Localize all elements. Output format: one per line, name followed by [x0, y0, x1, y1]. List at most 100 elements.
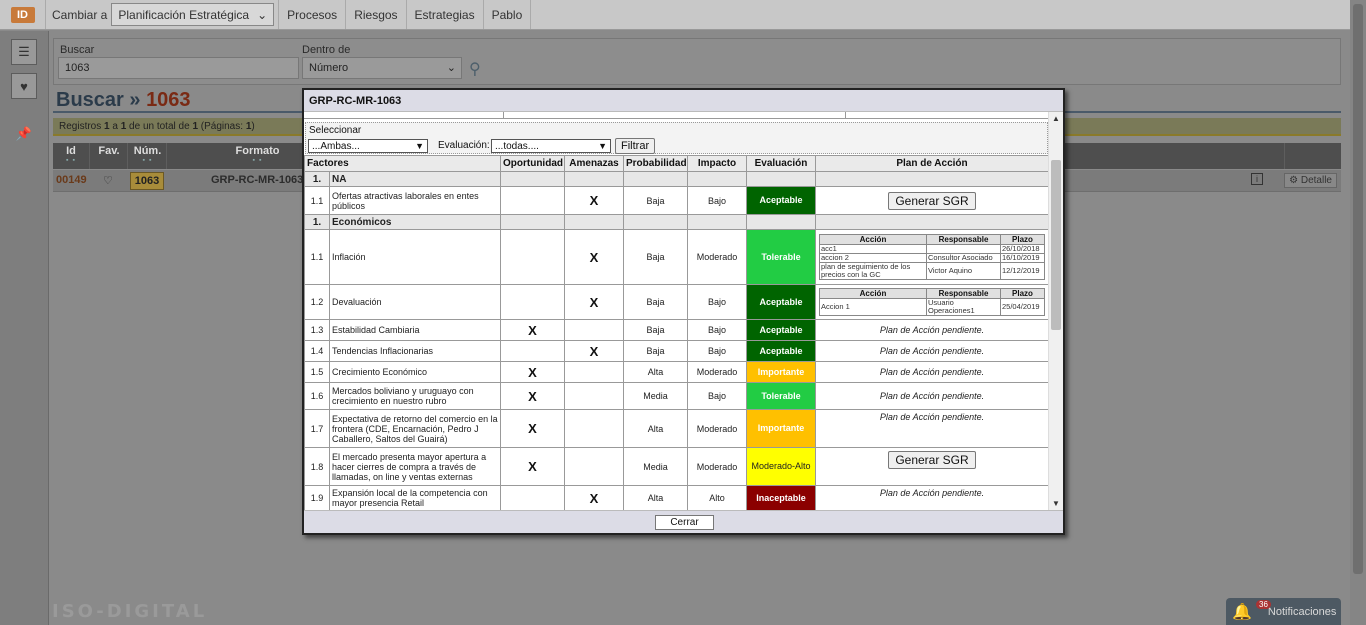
chevron-down-icon: ▼: [598, 141, 607, 151]
within-select[interactable]: Número ⌄: [302, 57, 462, 79]
within-label: Dentro de: [302, 44, 351, 56]
info-icon[interactable]: i: [1251, 173, 1263, 185]
users-icon[interactable]: ♥: [11, 73, 37, 99]
section-row: 1. NA: [304, 171, 1049, 187]
row-id: 00149: [56, 174, 87, 186]
plan-row: Accion 1 Usuario Operaciones1 25/04/2019: [819, 298, 1045, 316]
risk-row: 1.7 Expectativa de retorno del comercio …: [304, 409, 1049, 448]
records-text: (Páginas:: [198, 121, 246, 132]
risk-number: 1.4: [304, 340, 330, 362]
col-formato-label: Formato: [235, 145, 280, 157]
impact-cell: Alto: [687, 485, 747, 510]
risk-factor: Expectativa de retorno del comercio en l…: [329, 409, 501, 448]
col-fav[interactable]: Fav.: [91, 143, 128, 169]
plan-accion: plan de seguimiento de los precios con l…: [819, 262, 927, 280]
scroll-up-icon[interactable]: ▲: [1052, 114, 1060, 123]
risk-row: 1.4 Tendencias Inflacionarias X Baja Baj…: [304, 340, 1049, 362]
search-icon[interactable]: ⚲: [469, 59, 481, 79]
evaluation-cell: Aceptable: [746, 284, 816, 320]
probability-cell: Alta: [623, 409, 688, 448]
notifications-button[interactable]: 🔔 36 Notificaciones: [1226, 598, 1341, 625]
logo-icon: ID: [10, 6, 35, 23]
col-impacto: Impacto: [687, 155, 747, 172]
tab-user[interactable]: Pablo: [482, 0, 532, 29]
evaluation-cell: Moderado-Alto: [746, 447, 816, 486]
risk-number: 1.2: [304, 284, 330, 320]
close-button[interactable]: Cerrar: [655, 515, 714, 530]
dialog-scrollbar[interactable]: ▲ ▼: [1048, 112, 1063, 510]
risk-number: 1.6: [304, 382, 330, 410]
page-scrollbar-thumb[interactable]: [1353, 4, 1363, 574]
evaluation-badge: Moderado-Alto: [747, 448, 815, 485]
pin-icon[interactable]: 📌: [11, 121, 37, 147]
plan-cell: Generar SGR: [815, 447, 1049, 486]
threat-cell: [564, 447, 624, 486]
favorite-icon[interactable]: ♡: [103, 174, 113, 187]
col-actions: [1248, 143, 1285, 169]
opportunity-cell: [500, 229, 565, 285]
sort-icon[interactable]: ▪ ▪: [53, 157, 89, 164]
threat-cell: X: [564, 284, 624, 320]
detail-button[interactable]: ⚙ Detalle: [1284, 173, 1337, 188]
risk-row: 1.1 Ofertas atractivas laborales en ente…: [304, 186, 1049, 215]
evaluation-select[interactable]: ...todas.... ▼: [491, 139, 611, 153]
impact-cell: Moderado: [687, 361, 747, 383]
app-logo[interactable]: ID: [0, 0, 46, 29]
sort-icon[interactable]: ▪ ▪: [129, 157, 166, 164]
plan-responsable: Victor Aquino: [926, 262, 1001, 280]
row-number[interactable]: 1063: [130, 172, 164, 190]
plan-responsable: Usuario Operaciones1: [926, 298, 1001, 316]
section-name: NA: [329, 171, 501, 187]
records-text: Registros: [59, 121, 105, 132]
impact-cell: Moderado: [687, 229, 747, 285]
col-id[interactable]: Id ▪ ▪: [53, 143, 90, 169]
opportunity-cell: [500, 340, 565, 362]
list-view-icon[interactable]: ☰: [11, 39, 37, 65]
col-num-label: Núm.: [133, 145, 162, 157]
dialog-scrollbar-thumb[interactable]: [1051, 160, 1061, 330]
risk-table-header: Factores Oportunidad Amenazas Probabilid…: [304, 155, 1049, 172]
plan-pending: Plan de Acción pendiente.: [815, 319, 1049, 341]
threat-cell: X: [564, 485, 624, 510]
threat-mark: X: [589, 249, 599, 265]
probability-cell: Media: [623, 382, 688, 410]
evaluation-select-value: ...todas....: [495, 140, 539, 152]
opportunity-cell: X: [500, 382, 565, 410]
col-amenazas: Amenazas: [564, 155, 624, 172]
col-factores: Factores: [304, 155, 501, 172]
search-input[interactable]: 1063: [58, 57, 299, 79]
type-select[interactable]: ...Ambas... ▼: [308, 139, 428, 153]
opportunity-cell: X: [500, 319, 565, 341]
tab-estrategias[interactable]: Estrategias: [405, 0, 483, 29]
tab-procesos[interactable]: Procesos: [278, 0, 345, 29]
opportunity-cell: X: [500, 447, 565, 486]
evaluation-cell: Inaceptable: [746, 485, 816, 510]
tab-riesgos[interactable]: Riesgos: [345, 0, 405, 29]
impact-cell: Bajo: [687, 382, 747, 410]
col-num[interactable]: Núm. ▪ ▪: [129, 143, 167, 169]
evaluation-cell: Aceptable: [746, 319, 816, 341]
opportunity-mark: X: [528, 421, 537, 436]
dialog-title: GRP-RC-MR-1063: [304, 90, 1063, 112]
scroll-down-icon[interactable]: ▼: [1052, 499, 1060, 508]
impact-cell: Moderado: [687, 409, 747, 448]
filter-button[interactable]: Filtrar: [615, 138, 656, 154]
opportunity-mark: X: [528, 459, 537, 474]
generate-sgr-button[interactable]: Generar SGR: [888, 451, 976, 469]
module-select[interactable]: Planificación Estratégica ⌄: [111, 3, 275, 26]
records-text: a: [109, 121, 121, 132]
risk-number: 1.3: [304, 319, 330, 341]
risk-matrix-dialog: GRP-RC-MR-1063 Seleccionar ...Ambas... ▼ …: [302, 88, 1065, 535]
dialog-body: Seleccionar ...Ambas... ▼ Evaluación: ...…: [304, 112, 1063, 510]
evaluation-badge: Aceptable: [747, 285, 815, 319]
probability-cell: Baja: [623, 229, 688, 285]
plan-cell: Generar SGR: [815, 186, 1049, 215]
probability-cell: Media: [623, 447, 688, 486]
generate-sgr-button[interactable]: Generar SGR: [888, 191, 976, 210]
search-label: Buscar: [60, 44, 95, 56]
detail-label: Detalle: [1300, 175, 1332, 186]
page-scrollbar[interactable]: [1350, 0, 1366, 625]
plan-col-accion: Acción: [819, 234, 927, 245]
evaluation-badge: Importante: [747, 410, 815, 447]
impact-cell: Bajo: [687, 340, 747, 362]
